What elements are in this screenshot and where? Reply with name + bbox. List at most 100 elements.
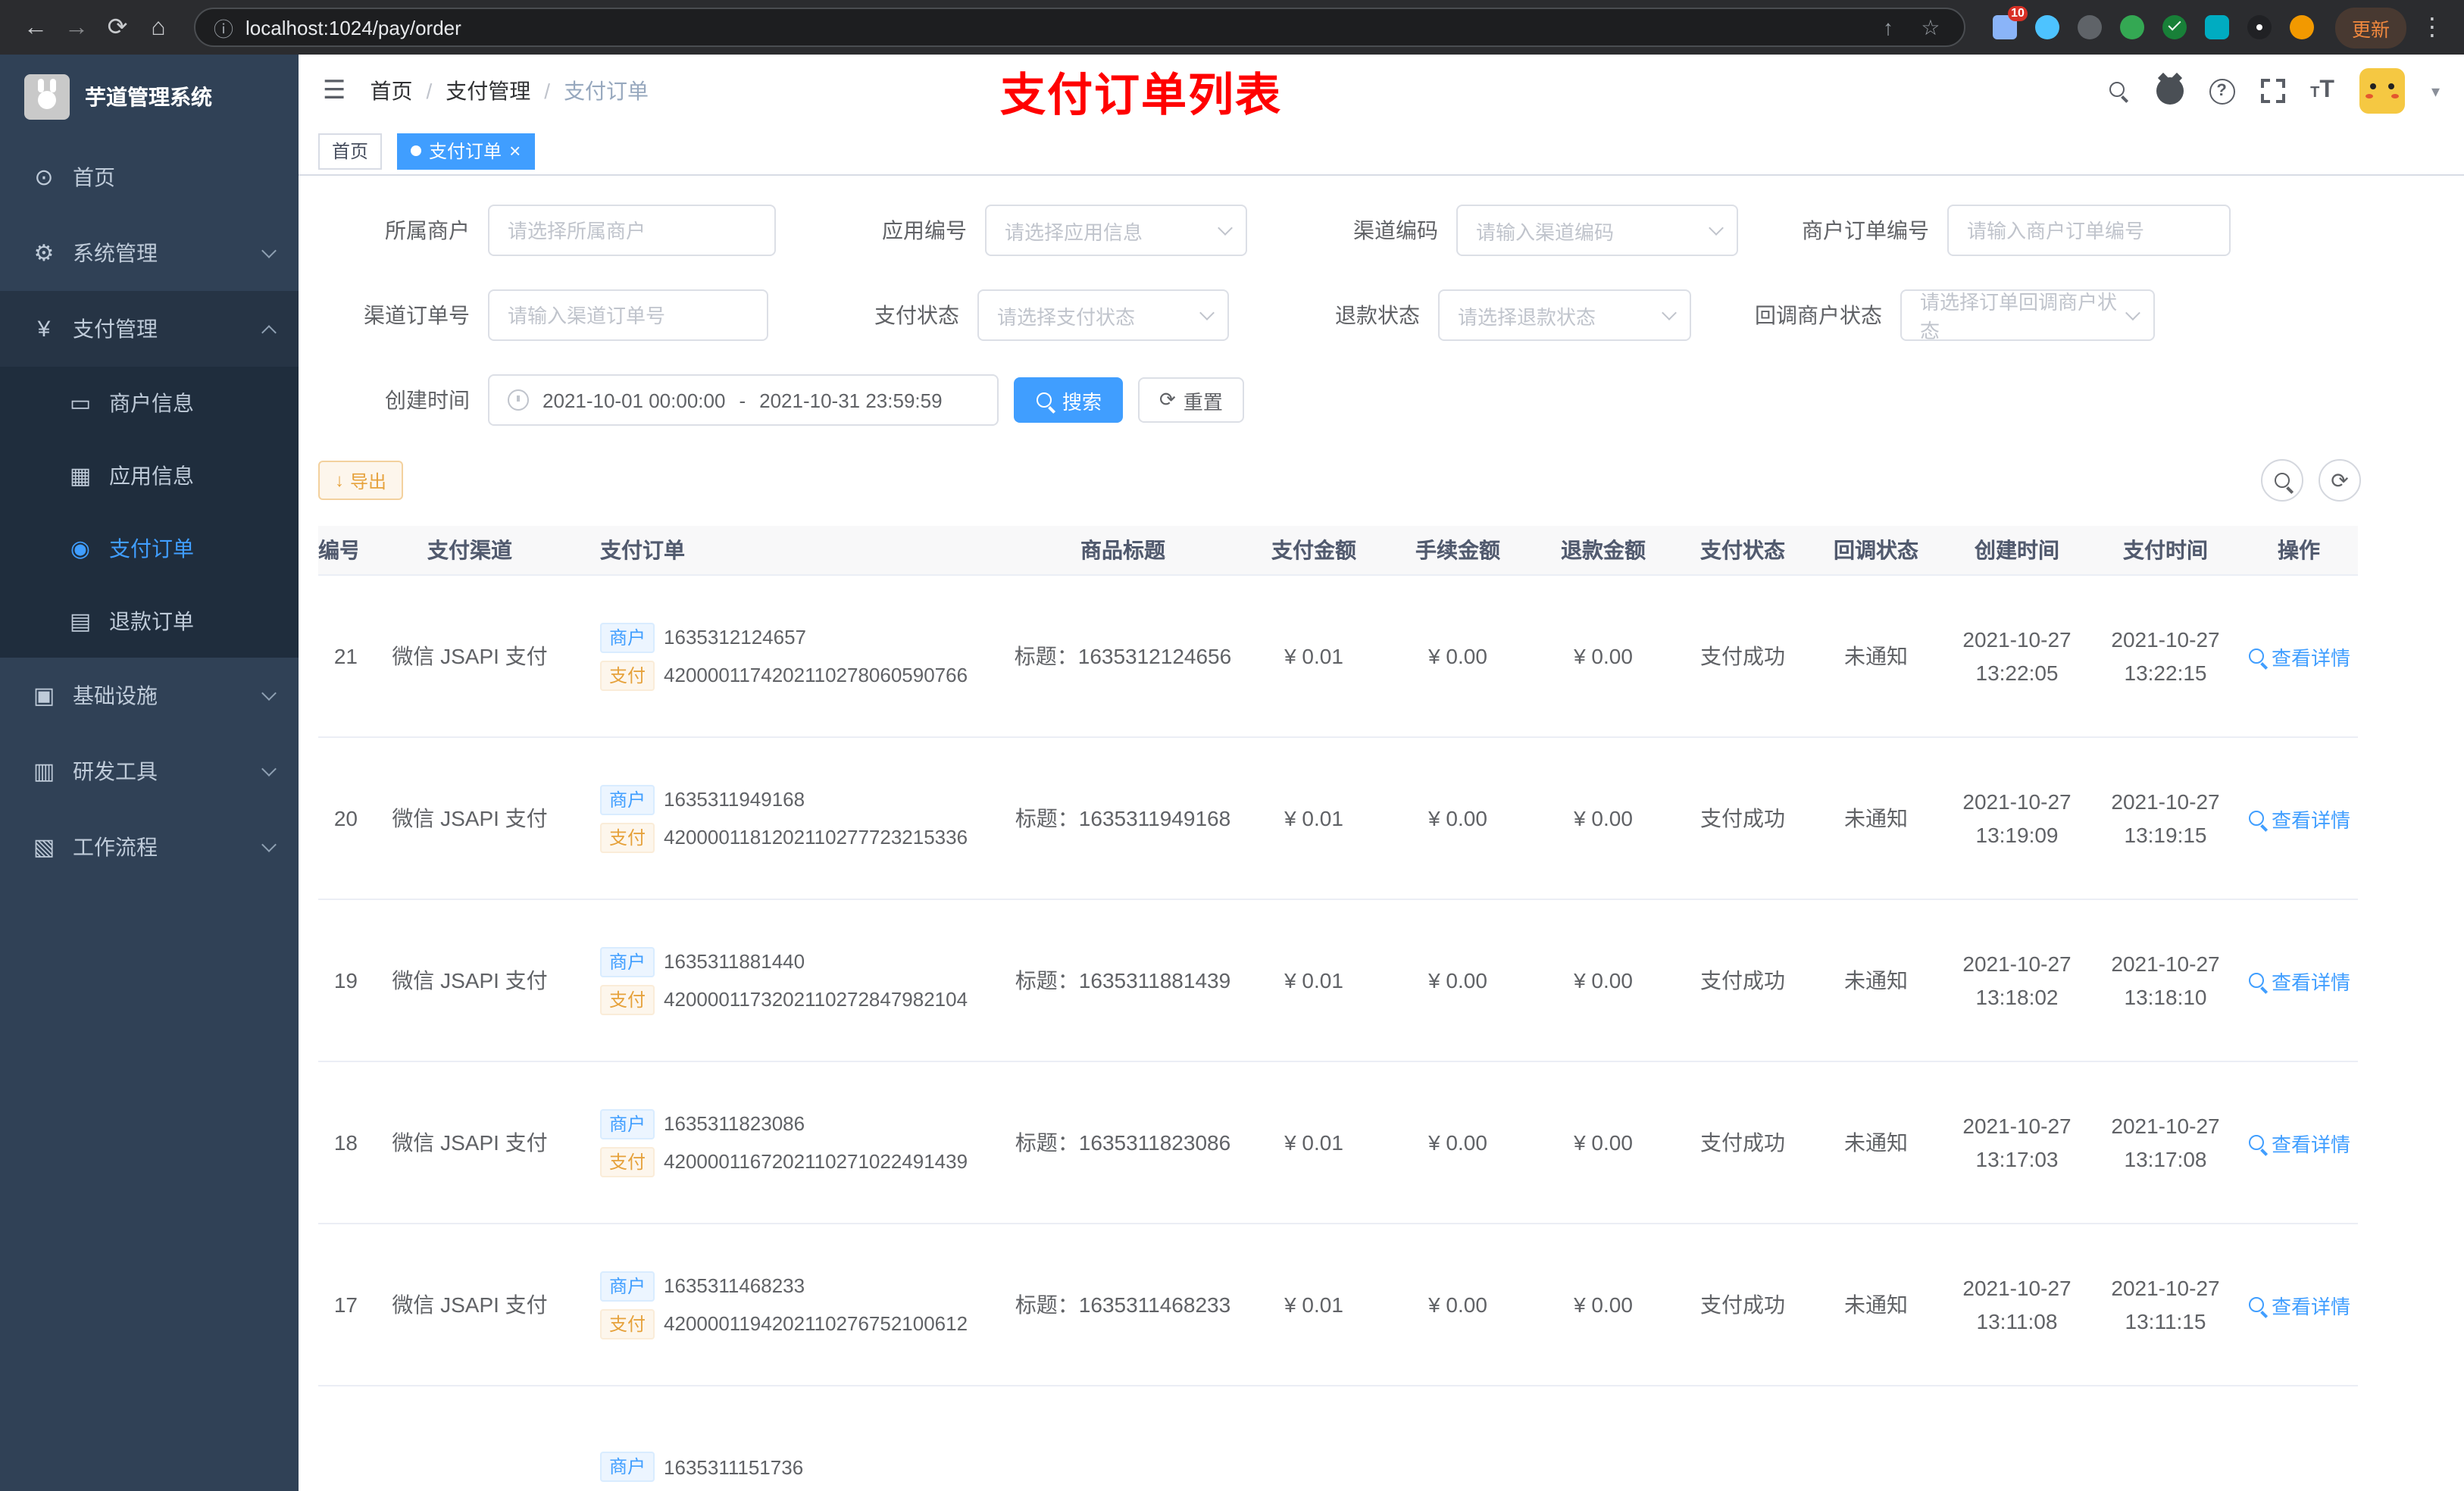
refresh-button[interactable]: ⟳ — [2319, 459, 2361, 502]
export-button-label: 导出 — [350, 470, 387, 492]
fontsize-icon[interactable]: TT — [2310, 77, 2334, 105]
extension-orange-icon[interactable] — [2289, 15, 2314, 39]
table-row: 18 微信 JSAPI 支付 商户 1635311823086 支付 4200001… — [318, 1061, 2358, 1224]
filter-label-channel-order-no: 渠道订单号 — [364, 303, 470, 327]
header-notify-status: 回调状态 — [1809, 526, 1943, 576]
extension-gray-icon[interactable] — [2077, 15, 2102, 39]
reset-icon: ⟳ — [1159, 388, 1176, 411]
extension-check-icon[interactable] — [2162, 15, 2187, 39]
search-icon — [1035, 390, 1055, 410]
action-cell: 查看详情 — [2240, 575, 2358, 738]
toggle-search-button[interactable] — [2261, 459, 2303, 502]
search-button[interactable]: 搜索 — [1014, 377, 1124, 423]
sidebar-item-merchant-info[interactable]: ▭ 商户信息 — [0, 367, 299, 439]
sidebar-item-workflow[interactable]: ▧ 工作流程 — [0, 809, 299, 885]
sidebar-item-dev-tools[interactable]: ▥ 研发工具 — [0, 733, 299, 809]
view-detail-link[interactable]: 查看详情 — [2247, 1290, 2350, 1319]
view-detail-link[interactable]: 查看详情 — [2247, 642, 2350, 670]
sidebar-item-pay-order[interactable]: ◉ 支付订单 — [0, 512, 299, 585]
pay-amount-cell: ¥ 0.01 — [1243, 1061, 1385, 1224]
url-bar[interactable]: ⓘ localhost:1024/pay/order ↑ ☆ — [194, 8, 1965, 47]
avatar[interactable] — [2359, 68, 2406, 114]
caret-down-icon[interactable]: ▾ — [2431, 81, 2440, 101]
action-cell — [2240, 1386, 2358, 1491]
export-button[interactable]: ↓ 导出 — [318, 461, 404, 500]
pay-amount-cell: ¥ 0.01 — [1243, 1224, 1385, 1386]
extension-dark-icon[interactable] — [2247, 15, 2272, 39]
header-channel: 支付渠道 — [358, 526, 582, 576]
refund-status-select[interactable]: 请选择退款状态 — [1438, 289, 1691, 341]
sidebar-item-payment[interactable]: ¥ 支付管理 — [0, 291, 299, 367]
date: 2021-10-27 — [1962, 789, 2072, 814]
channel-code-select[interactable]: 请输入渠道编码 — [1456, 205, 1738, 256]
view-detail-link[interactable]: 查看详情 — [2247, 1128, 2350, 1157]
view-detail-link[interactable]: 查看详情 — [2247, 966, 2350, 995]
time: 13:18:02 — [1975, 985, 2059, 1009]
date: 2021-10-27 — [1962, 1275, 2072, 1300]
search-icon[interactable] — [2107, 80, 2130, 102]
extension-teal-icon[interactable] — [2204, 15, 2229, 39]
create-time-range-picker[interactable]: 2021-10-01 00:00:00 - 2021-10-31 23:59:5… — [488, 374, 999, 426]
header-fee-amount: 手续金额 — [1385, 526, 1531, 576]
tab-home[interactable]: 首页 — [318, 133, 383, 169]
merchant-input[interactable] — [488, 205, 776, 256]
date: 2021-10-27 — [2111, 1275, 2220, 1300]
bookmark-star-icon[interactable]: ☆ — [1915, 14, 1946, 40]
breadcrumb-current: 支付订单 — [564, 79, 649, 103]
table-row: 21 微信 JSAPI 支付 商户 1635312124657 支付 4200001… — [318, 575, 2358, 738]
sidebar-item-system[interactable]: ⚙ 系统管理 — [0, 215, 299, 291]
view-detail-label: 查看详情 — [2271, 1295, 2350, 1318]
github-icon[interactable] — [2156, 77, 2184, 105]
browser-menu-icon[interactable]: ⋮ — [2416, 12, 2449, 42]
site-info-icon[interactable]: ⓘ — [214, 13, 233, 42]
notify-status-select[interactable]: 请选择订单回调商户状态 — [1900, 289, 2155, 342]
share-icon[interactable]: ↑ — [1873, 15, 1903, 39]
tab-pay-order[interactable]: 支付订单 × — [397, 133, 535, 169]
view-detail-link[interactable]: 查看详情 — [2247, 804, 2350, 833]
sidebar-item-home[interactable]: ⊙ 首页 — [0, 139, 299, 215]
hamburger-icon[interactable]: ☰ — [323, 76, 346, 106]
channel-order-no-input[interactable] — [488, 289, 768, 341]
extension-drop-icon[interactable] — [2034, 15, 2059, 39]
refund-amount-cell: ¥ 0.00 — [1531, 575, 1676, 738]
fee-amount-cell: ¥ 0.00 — [1385, 1224, 1531, 1386]
reset-button[interactable]: ⟳ 重置 — [1138, 377, 1244, 423]
table-row: 19 微信 JSAPI 支付 商户 1635311881440 支付 4200001… — [318, 899, 2358, 1062]
sidebar-item-refund-order[interactable]: ▤ 退款订单 — [0, 585, 299, 658]
extension-grid-icon[interactable]: 10 — [1992, 6, 2028, 39]
chrome-update-button[interactable]: 更新 — [2334, 7, 2406, 48]
browser-home-icon[interactable]: ⌂ — [138, 7, 179, 48]
briefcase-icon: ▧ — [33, 835, 55, 861]
breadcrumb-home[interactable]: 首页 — [371, 76, 413, 106]
breadcrumb-pay[interactable]: 支付管理 — [446, 76, 530, 106]
extension-green-icon[interactable] — [2119, 15, 2144, 39]
reload-icon[interactable]: ⟳ — [97, 7, 138, 48]
id-cell: 20 — [318, 737, 358, 900]
question-icon[interactable]: ? — [2209, 78, 2235, 104]
channel-cell: 微信 JSAPI 支付 — [358, 1224, 582, 1386]
fullscreen-icon[interactable] — [2260, 79, 2285, 103]
back-icon[interactable]: ← — [15, 7, 56, 48]
sidebar-item-infrastructure[interactable]: ▣ 基础设施 — [0, 658, 299, 733]
search-icon — [2247, 971, 2265, 989]
url-text[interactable]: localhost:1024/pay/order — [245, 16, 1861, 39]
status-cell: 支付成功 — [1676, 575, 1809, 738]
time: 13:18:10 — [2124, 985, 2207, 1009]
chevron-down-icon — [261, 242, 277, 258]
merchant-order-no: 1635311468233 — [664, 1274, 805, 1297]
merchant-order-no-input[interactable] — [1947, 205, 2231, 256]
app-select[interactable]: 请选择应用信息 — [985, 205, 1247, 256]
chevron-down-icon — [261, 761, 277, 776]
forward-icon[interactable]: → — [56, 7, 97, 48]
app-logo: 芋道管理系统 — [0, 55, 299, 139]
close-icon[interactable]: × — [509, 141, 521, 161]
page-title: 支付订单列表 — [1000, 71, 1282, 121]
chevron-down-icon — [261, 836, 277, 852]
order-cell: 商户 1635311151736 — [582, 1386, 1003, 1491]
sidebar-item-app-info[interactable]: ▦ 应用信息 — [0, 439, 299, 512]
filter-label-merchant-order-no: 商户订单编号 — [1802, 218, 1929, 242]
fee-amount-cell: ¥ 0.00 — [1385, 899, 1531, 1062]
refresh-icon: ⟳ — [2331, 467, 2349, 492]
view-detail-label: 查看详情 — [2271, 971, 2350, 993]
pay-status-select[interactable]: 请选择支付状态 — [977, 289, 1229, 341]
